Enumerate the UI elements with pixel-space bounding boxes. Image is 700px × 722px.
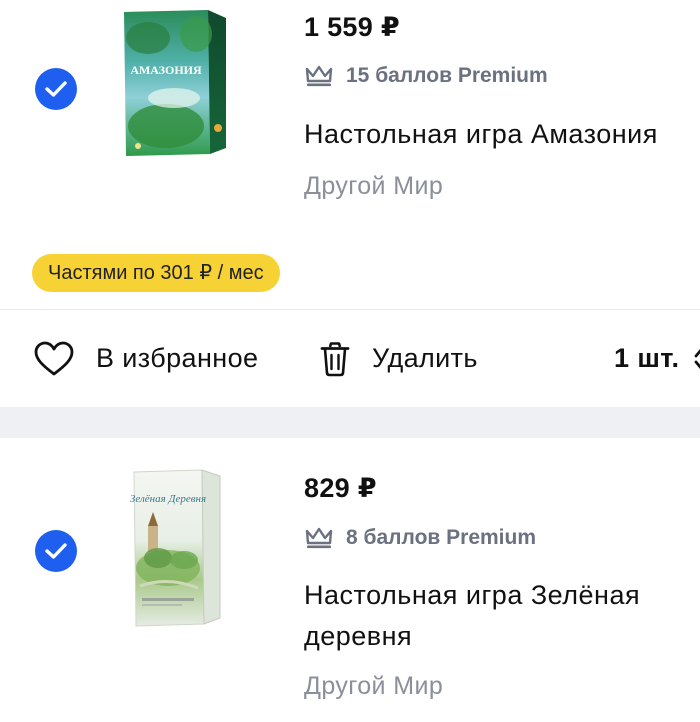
chevron-icon [694,348,700,369]
item-brand[interactable]: Другой Мир [304,172,443,201]
checkmark-icon [45,81,67,97]
add-to-favorites-button[interactable]: В избранное [34,310,258,407]
favorites-label: В избранное [96,343,259,373]
heart-icon [34,341,74,375]
box-title: Зелёная Деревня [130,493,206,505]
item-brand[interactable]: Другой Мир [304,672,443,701]
trash-icon [320,341,350,376]
premium-points: 8 баллов Premium [304,526,536,550]
item-price: 1 559 ₽ [304,12,400,42]
section-separator [0,407,700,438]
quantity-selector[interactable]: 1 шт. [614,310,700,407]
installment-badge[interactable]: Частями по 301 ₽ / мес [32,254,280,292]
select-checkbox[interactable] [35,68,77,110]
crown-icon [305,527,333,549]
quantity-label: 1 шт. [614,343,680,373]
points-label: 15 баллов Premium [346,64,548,87]
select-checkbox[interactable] [35,530,77,572]
checkmark-icon [45,543,67,559]
premium-points: 15 баллов Premium [304,64,548,88]
item-actions: В избранное Удалить 1 шт. [0,310,700,407]
product-image[interactable]: АМАЗОНИЯ [118,8,230,158]
points-label: 8 баллов Premium [346,526,537,549]
box-title: АМАЗОНИЯ [130,63,202,77]
crown-icon [305,65,333,87]
cart-item-green-village: Зелёная Деревня 829 ₽ 8 баллов Premium Н… [0,438,700,722]
item-title[interactable]: Настольная игра Зелёная деревня [304,575,700,657]
product-image[interactable]: Зелёная Деревня [128,468,224,630]
cart-item-amazonia: АМАЗОНИЯ 1 559 ₽ 15 баллов Premium Насто… [0,0,700,310]
item-title[interactable]: Настольная игра Амазония [304,114,658,155]
item-price: 829 ₽ [304,473,377,503]
delete-label: Удалить [372,343,478,373]
delete-button[interactable]: Удалить [320,310,478,407]
cart-page: АМАЗОНИЯ 1 559 ₽ 15 баллов Premium Насто… [0,0,700,722]
